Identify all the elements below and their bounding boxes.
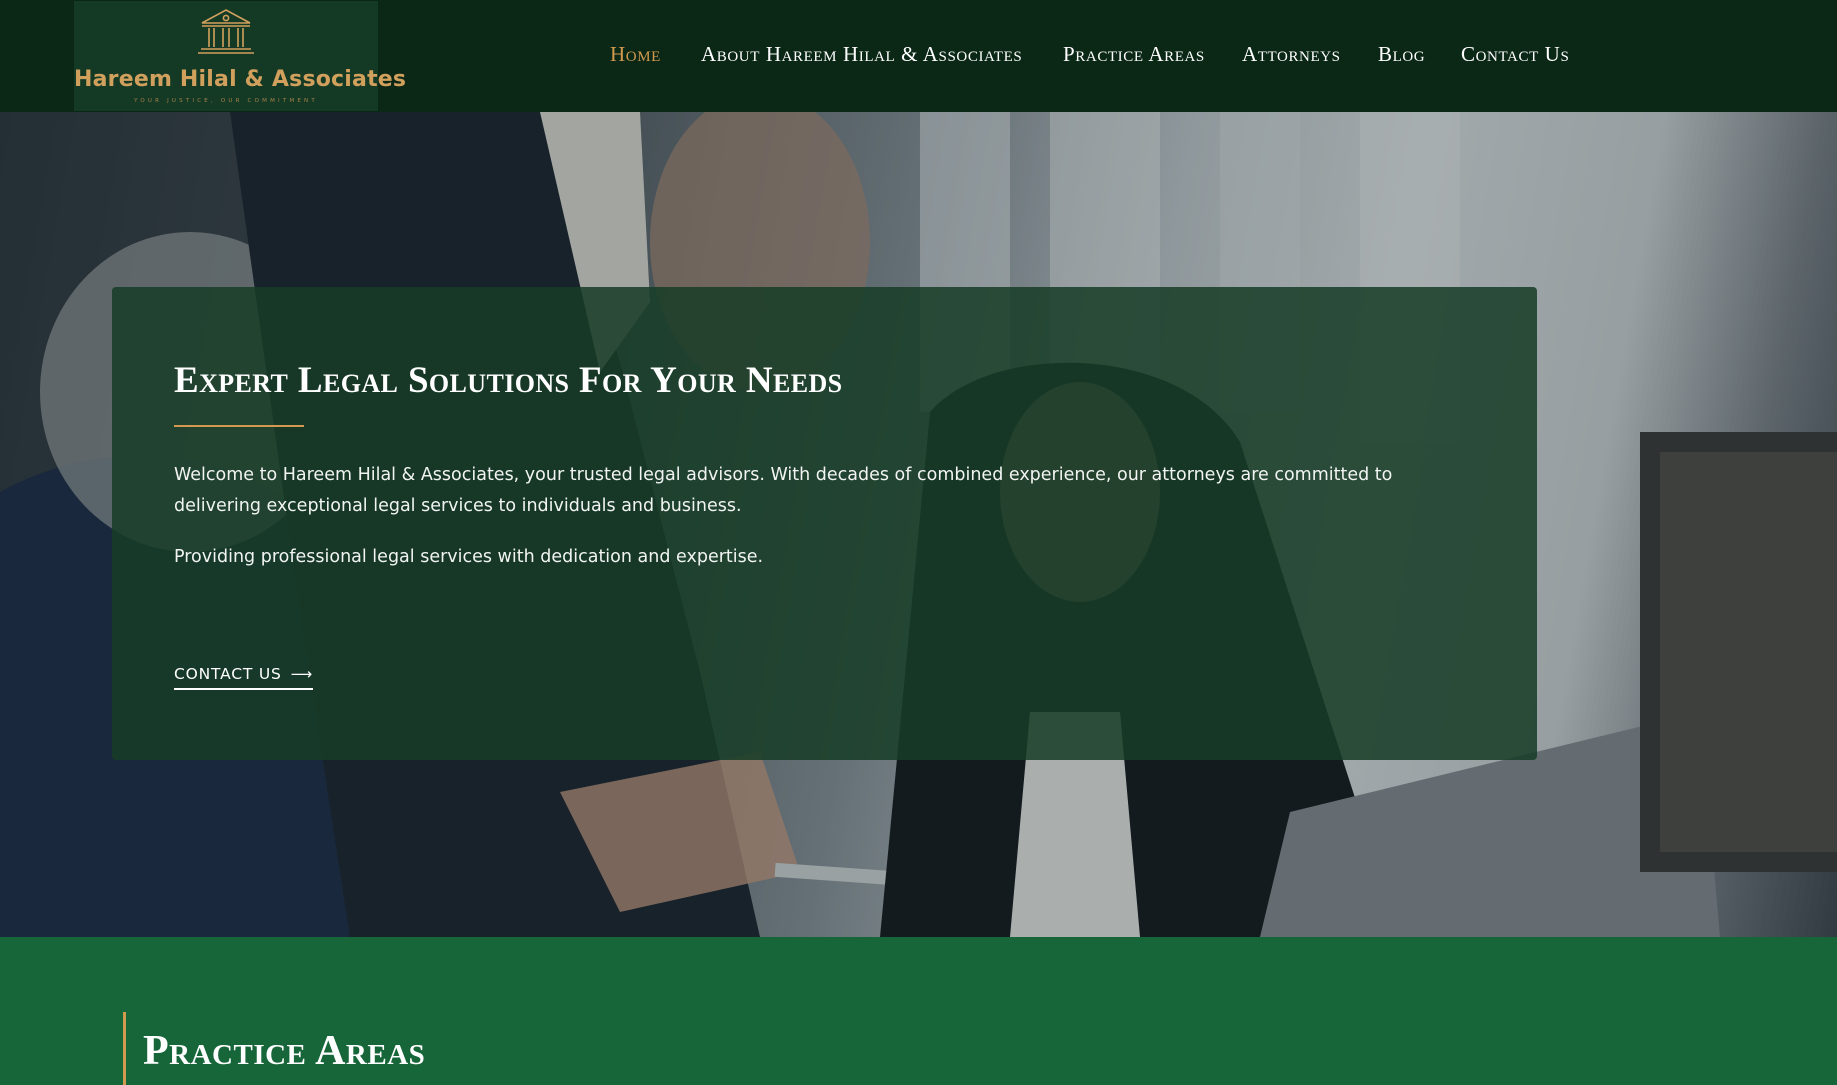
- hero-divider: [174, 425, 304, 427]
- nav-item-blog[interactable]: Blog: [1378, 42, 1425, 67]
- nav-item-practice-areas[interactable]: Practice Areas: [1063, 42, 1205, 67]
- contact-us-label: CONTACT US: [174, 665, 282, 683]
- hero-section: Expert Legal Solutions For Your Needs We…: [0, 112, 1837, 937]
- hero-intro-text: Welcome to Hareem Hilal & Associates, yo…: [174, 465, 1393, 516]
- nav-item-home[interactable]: Home: [610, 42, 661, 67]
- site-header: Hareem Hilal & Associates Your Justice, …: [0, 0, 1837, 112]
- hero-title: Expert Legal Solutions For Your Needs: [174, 360, 843, 401]
- hero-card: Expert Legal Solutions For Your Needs We…: [112, 287, 1537, 760]
- section-accent-bar: [123, 1012, 126, 1085]
- site-logo[interactable]: Hareem Hilal & Associates Your Justice, …: [74, 1, 407, 111]
- courthouse-icon: [198, 9, 254, 54]
- logo-tagline: Your Justice, Our Commitment: [134, 98, 318, 104]
- nav-item-attorneys[interactable]: Attorneys: [1242, 42, 1341, 67]
- contact-us-button[interactable]: CONTACT US ⟶: [174, 665, 313, 690]
- practice-areas-title: Practice Areas: [143, 1028, 426, 1074]
- nav-item-about[interactable]: About Hareem Hilal & Associates: [701, 42, 1022, 67]
- arrow-right-icon: ⟶: [290, 665, 313, 683]
- hero-subtext: Providing professional legal services wi…: [174, 547, 764, 567]
- logo-name: Hareem Hilal & Associates: [74, 67, 407, 92]
- nav-item-contact[interactable]: Contact Us: [1461, 42, 1569, 67]
